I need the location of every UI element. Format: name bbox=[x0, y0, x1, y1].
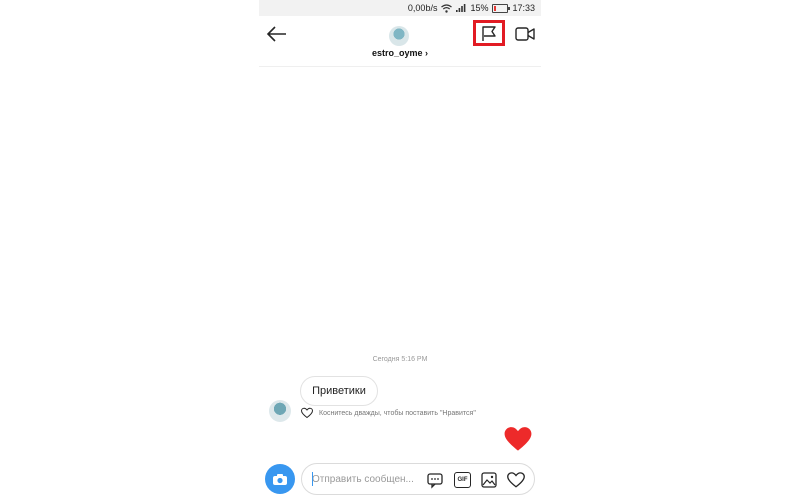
video-camera-icon[interactable] bbox=[515, 26, 535, 42]
message-timestamp: Сегодня 5:16 PM bbox=[372, 356, 428, 363]
message-input[interactable] bbox=[312, 472, 416, 486]
network-speed: 0,00b/s bbox=[407, 3, 438, 13]
signal-icon bbox=[456, 4, 466, 12]
like-hint-text: Коснитесь дважды, чтобы поставить "Нрави… bbox=[319, 409, 476, 417]
heart-filled-icon bbox=[504, 427, 532, 451]
camera-icon bbox=[273, 473, 287, 485]
image-icon[interactable] bbox=[480, 471, 498, 489]
status-bar: 0,00b/s 15% 17:33 bbox=[259, 0, 541, 16]
chat-bubble-icon[interactable] bbox=[426, 471, 444, 489]
header-username[interactable]: estro_oyme › bbox=[259, 48, 541, 58]
wifi-icon bbox=[441, 3, 453, 13]
like-hint: Коснитесь дважды, чтобы поставить "Нрави… bbox=[301, 407, 476, 419]
battery-fill bbox=[494, 5, 497, 11]
status-indicators: 0,00b/s 15% 17:33 bbox=[408, 2, 535, 14]
battery-icon bbox=[492, 3, 511, 13]
message-composer: GIF bbox=[263, 462, 537, 496]
gif-icon[interactable]: GIF bbox=[454, 472, 471, 488]
battery-percent: 15% bbox=[470, 3, 489, 13]
header-avatar[interactable] bbox=[389, 26, 409, 46]
flag-icon[interactable] bbox=[481, 26, 497, 42]
username-text: estro_oyme bbox=[371, 48, 423, 58]
phone-screen: 0,00b/s 15% 17:33 estro_oyme › Сегодня 5… bbox=[259, 0, 541, 500]
chat-header: estro_oyme › bbox=[259, 16, 541, 67]
back-arrow-icon[interactable] bbox=[265, 24, 289, 44]
text-caret bbox=[312, 472, 313, 486]
message-bubble[interactable]: Приветики bbox=[300, 376, 378, 406]
message-input-pill: GIF bbox=[301, 463, 535, 495]
sender-avatar[interactable] bbox=[269, 400, 291, 422]
clock: 17:33 bbox=[512, 3, 535, 13]
heart-outline-icon[interactable] bbox=[507, 471, 525, 489]
heart-outline-icon[interactable] bbox=[301, 407, 313, 419]
chevron-right-icon: › bbox=[425, 48, 429, 58]
camera-button[interactable] bbox=[265, 464, 295, 494]
